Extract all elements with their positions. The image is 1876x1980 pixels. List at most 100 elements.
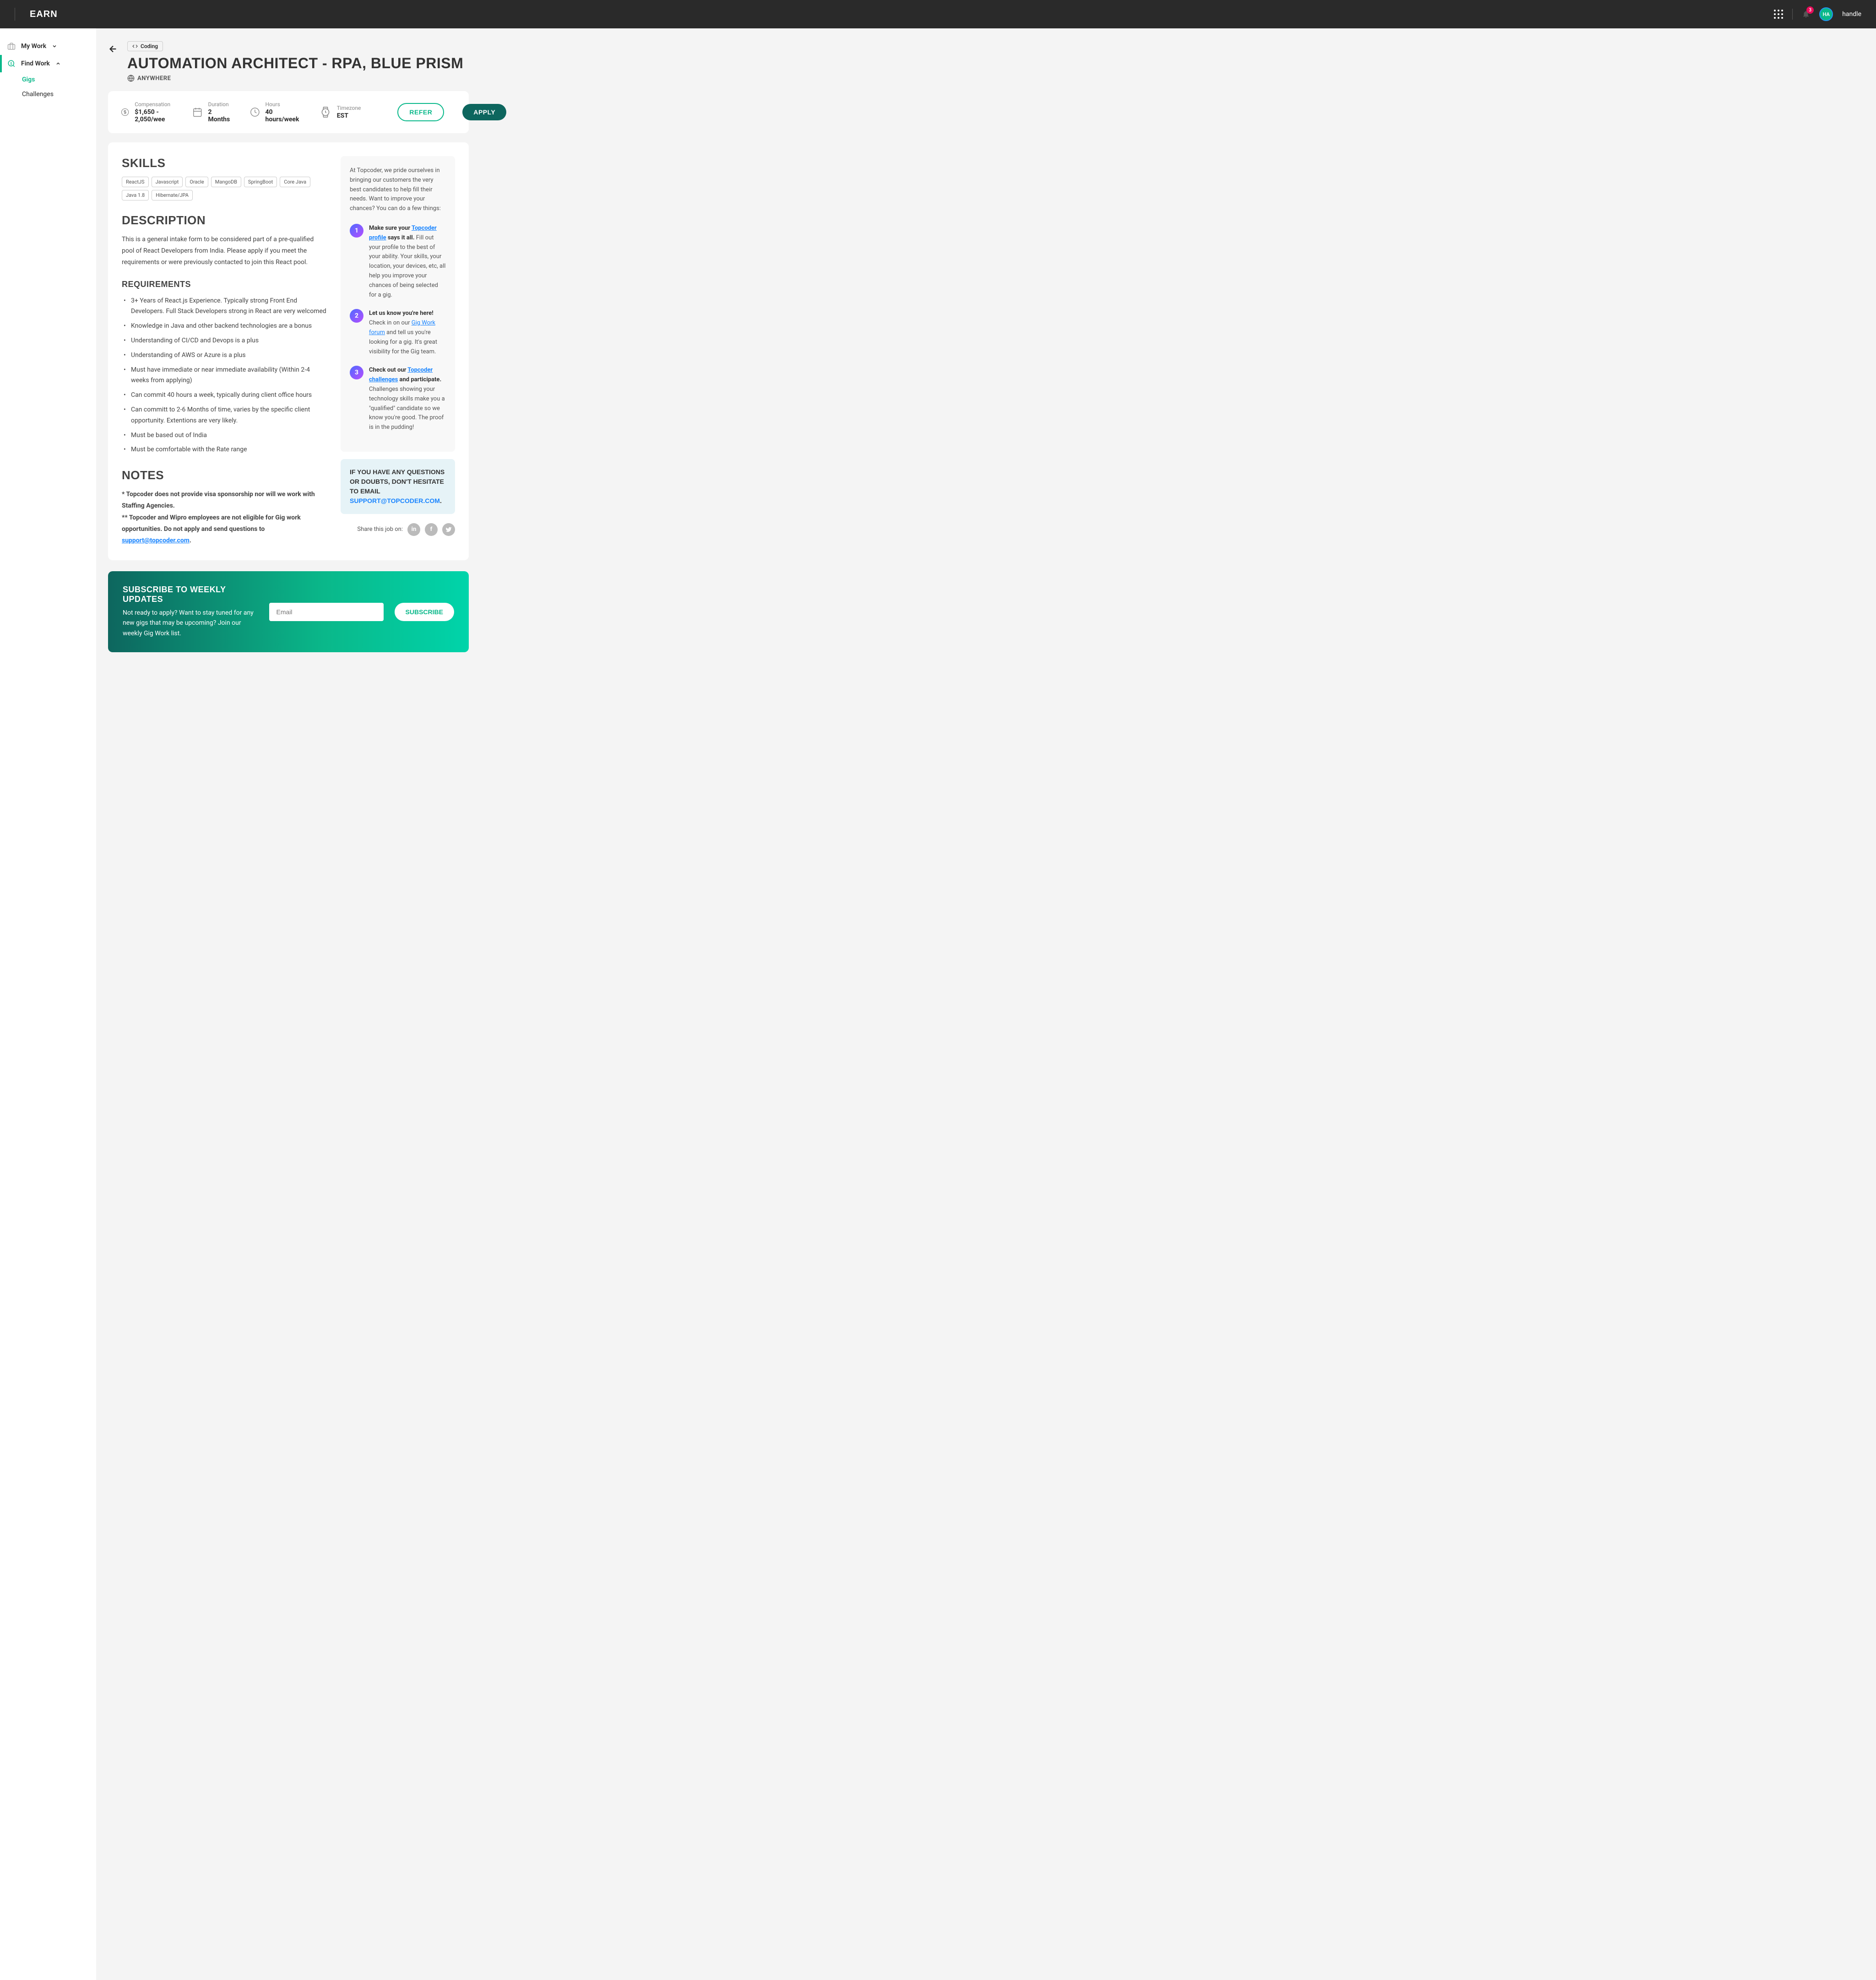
notes-heading: NOTES (122, 468, 327, 482)
svg-text:$: $ (10, 61, 12, 65)
content-card: SKILLS ReactJSJavascriptOracleMangoDBSpr… (108, 142, 469, 560)
location-text: ANYWHERE (137, 75, 171, 82)
sidebar-item-challenges[interactable]: Challenges (0, 87, 96, 102)
contact-email[interactable]: SUPPORT@TOPCODER.COM (350, 497, 440, 504)
apply-button[interactable]: APPLY (462, 104, 506, 120)
share-facebook-icon[interactable]: f (425, 523, 438, 536)
refer-button[interactable]: REFER (397, 103, 444, 121)
subscribe-button[interactable]: SUBSCRIBE (395, 603, 454, 621)
subscribe-description: Not ready to apply? Want to stay tuned f… (123, 608, 258, 638)
location: ANYWHERE (127, 75, 463, 82)
description-text: This is a general intake form to be cons… (122, 234, 327, 269)
contact-text: IF YOU HAVE ANY QUESTIONS OR DOUBTS, DON… (350, 468, 445, 495)
hours-label: Hours (265, 101, 301, 108)
notes-line-2b: . (190, 537, 191, 544)
share-linkedin-icon[interactable]: in (407, 523, 420, 536)
chevron-down-icon (52, 43, 57, 49)
subscribe-title: SUBSCRIBE TO WEEKLY UPDATES (123, 585, 258, 604)
skill-tag: Hibernate/JPA (152, 190, 193, 200)
tip-number: 2 (350, 309, 363, 323)
duration-label: Duration (208, 101, 231, 108)
topcoder-profile-link[interactable]: Topcoder profile (369, 225, 437, 241)
header-right: 3 HA handle (1774, 7, 1861, 21)
tip-number: 1 (350, 224, 363, 238)
topcoder-challenges-link[interactable]: Topcoder challenges (369, 367, 433, 383)
category-label: Coding (141, 43, 158, 49)
calendar-icon (192, 106, 202, 118)
requirement-item: Understanding of CI/CD and Devops is a p… (122, 335, 327, 346)
gig-work-forum-link[interactable]: Gig Work forum (369, 319, 435, 336)
info-bar: Compensation $1,650 - 2,050/wee Duration… (108, 91, 469, 133)
duration-value: 2 Months (208, 108, 231, 123)
notes-line-2a: ** Topcoder and Wipro employees are not … (122, 514, 301, 533)
watch-icon (320, 106, 331, 118)
title-section: Coding AUTOMATION ARCHITECT - RPA, BLUE … (108, 41, 469, 82)
category-pill: Coding (127, 41, 163, 51)
page-title: AUTOMATION ARCHITECT - RPA, BLUE PRISM (127, 55, 463, 72)
share-twitter-icon[interactable] (442, 523, 455, 536)
contact-dot: . (440, 497, 442, 504)
compensation-label: Compensation (135, 101, 174, 108)
content-right: At Topcoder, we pride ourselves in bring… (341, 156, 455, 546)
sidebar: My Work $ Find Work Gigs Challenges (0, 28, 96, 1980)
share-row: Share this job on: in f (341, 523, 455, 536)
code-icon (132, 43, 138, 49)
requirement-item: Must have immediate or near immediate av… (122, 365, 327, 387)
tip-text: Make sure your Topcoder profile says it … (369, 224, 446, 300)
compensation-item: Compensation $1,650 - 2,050/wee (121, 101, 174, 123)
tip-item: 1 Make sure your Topcoder profile says it… (350, 224, 446, 300)
briefcase-icon (7, 42, 16, 50)
tip-number: 3 (350, 366, 363, 379)
skill-tag: Java 1.8 (122, 190, 149, 200)
duration-item: Duration 2 Months (192, 101, 232, 123)
subscribe-email-input[interactable] (269, 603, 384, 621)
brand-logo[interactable]: EARN (30, 9, 58, 20)
dollar-icon (121, 106, 129, 118)
skill-tag: SpringBoot (244, 177, 277, 187)
tip-text: Let us know you're here! Check in on our… (369, 309, 446, 357)
tip-text: Check out our Topcoder challenges and pa… (369, 366, 446, 433)
timezone-label: Timezone (337, 105, 361, 111)
back-button[interactable] (108, 41, 118, 54)
tips-panel: At Topcoder, we pride ourselves in bring… (341, 156, 455, 452)
requirement-item: Can committ to 2-6 Months of time, varie… (122, 405, 327, 427)
app-header: EARN 3 HA handle (0, 0, 1876, 28)
active-indicator (0, 55, 2, 72)
requirement-item: Understanding of AWS or Azure is a plus (122, 350, 327, 361)
requirement-item: Must be based out of India (122, 430, 327, 441)
user-handle[interactable]: handle (1842, 11, 1861, 18)
sidebar-item-my-work[interactable]: My Work (0, 38, 96, 55)
skills-list: ReactJSJavascriptOracleMangoDBSpringBoot… (122, 177, 327, 200)
notes-line-1: * Topcoder does not provide visa sponsor… (122, 491, 315, 509)
tip-item: 2 Let us know you're here! Check in on ou… (350, 309, 446, 357)
subscribe-banner: SUBSCRIBE TO WEEKLY UPDATES Not ready to… (108, 571, 469, 652)
timezone-value: EST (337, 112, 361, 119)
chevron-up-icon (55, 61, 61, 66)
search-dollar-icon: $ (7, 60, 16, 68)
skills-heading: SKILLS (122, 156, 327, 170)
skill-tag: MangoDB (211, 177, 241, 187)
sidebar-label: Find Work (21, 60, 50, 67)
compensation-value: $1,650 - 2,050/wee (135, 108, 174, 123)
requirements-list: 3+ Years of React.js Experience. Typical… (122, 296, 327, 456)
user-avatar[interactable]: HA (1819, 7, 1833, 21)
notification-badge: 3 (1806, 6, 1814, 14)
header-divider (1792, 9, 1793, 20)
skill-tag: ReactJS (122, 177, 149, 187)
contact-panel: IF YOU HAVE ANY QUESTIONS OR DOUBTS, DON… (341, 459, 455, 514)
notes-content: * Topcoder does not provide visa sponsor… (122, 489, 327, 546)
timezone-item: Timezone EST (320, 105, 361, 119)
header-left: EARN (15, 8, 58, 21)
sidebar-item-find-work[interactable]: $ Find Work (0, 55, 96, 72)
skill-tag: Oracle (185, 177, 208, 187)
support-email-link[interactable]: support@topcoder.com (122, 537, 190, 544)
hours-value: 40 hours/week (265, 108, 301, 123)
sidebar-item-gigs[interactable]: Gigs (0, 72, 96, 87)
tips-intro: At Topcoder, we pride ourselves in bring… (350, 166, 446, 214)
tip-item: 3 Check out our Topcoder challenges and p… (350, 366, 446, 433)
apps-grid-icon[interactable] (1774, 10, 1783, 19)
notifications-button[interactable]: 3 (1802, 10, 1810, 18)
arrow-left-icon (108, 44, 118, 54)
main-content: Coding AUTOMATION ARCHITECT - RPA, BLUE … (96, 28, 481, 1980)
description-heading: DESCRIPTION (122, 213, 327, 227)
